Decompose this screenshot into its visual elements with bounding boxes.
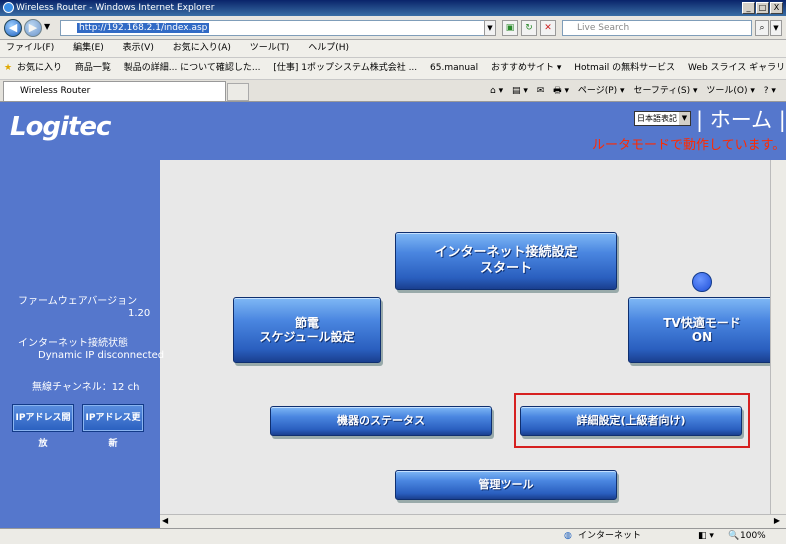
tv-line2: ON <box>691 330 713 344</box>
connection-value: Dynamic IP disconnected <box>38 350 165 361</box>
menu-favorites[interactable]: お気に入り(A) <box>173 43 231 53</box>
ie-icon <box>3 2 14 13</box>
admin-tools-button[interactable]: 管理ツール <box>395 470 617 500</box>
new-tab-button[interactable] <box>227 83 249 101</box>
internet-setup-button[interactable]: インターネット接続設定 スタート <box>395 232 617 290</box>
internet-setup-line1: インターネット接続設定 <box>434 245 578 261</box>
menu-edit[interactable]: 編集(E) <box>73 43 104 53</box>
vertical-scrollbar[interactable] <box>770 160 786 514</box>
url-text: http://192.168.2.1/index.asp <box>77 23 210 33</box>
status-indicator-icon <box>692 272 712 292</box>
safety-menu[interactable]: セーフティ(S) ▾ <box>633 86 697 96</box>
firmware-label: ファームウェアバージョン <box>18 296 138 307</box>
address-input[interactable]: http://192.168.2.1/index.asp <box>60 20 496 36</box>
menu-file[interactable]: ファイル(F) <box>6 43 54 53</box>
status-bar: ◍ インターネット ◧ ▾ 🔍 100% <box>0 528 786 544</box>
tab-title: Wireless Router <box>20 86 91 96</box>
forward-icon[interactable]: ▶ <box>24 19 42 37</box>
tv-comfort-button[interactable]: TV快適モード ON <box>628 297 776 363</box>
title-bar: Wireless Router - Windows Internet Explo… <box>0 0 786 16</box>
language-select[interactable]: 日本語表記 <box>634 111 691 126</box>
page-menu[interactable]: ページ(P) ▾ <box>578 86 625 96</box>
search-input[interactable]: Live Search <box>562 20 752 36</box>
favorites-bar: ★ お気に入り 商品一覧 製品の詳細... について確認した... [仕事] 1… <box>0 58 786 80</box>
fav-item-6[interactable]: Hotmail の無料サービス <box>574 63 675 73</box>
zoom-level[interactable]: 100% <box>740 529 766 544</box>
search-icon[interactable]: ⌕ <box>755 20 769 36</box>
tv-line1: TV快適モード <box>663 315 741 330</box>
fav-item-5[interactable]: おすすめサイト ▾ <box>491 63 561 73</box>
protected-mode-icon[interactable]: ◧ ▾ <box>698 529 714 544</box>
history-dropdown-icon[interactable]: ▼ <box>44 22 50 31</box>
firmware-version: 1.20 <box>128 308 151 319</box>
search-options-icon[interactable]: ▼ <box>770 20 782 36</box>
energy-line1: 節電 <box>294 315 319 330</box>
help-icon[interactable]: ? ▾ <box>764 86 776 96</box>
menu-tools[interactable]: ツール(T) <box>250 43 290 53</box>
fav-item-3[interactable]: [仕事] 1ポップシステム株式会社 ... <box>273 63 417 73</box>
scroll-left-icon[interactable]: ◀ <box>162 516 168 525</box>
menu-help[interactable]: ヘルプ(H) <box>308 43 349 53</box>
tools-menu[interactable]: ツール(O) ▾ <box>706 86 755 96</box>
feeds-icon[interactable]: ▤ ▾ <box>512 86 528 96</box>
close-button[interactable]: X <box>770 2 783 14</box>
zoom-icon[interactable]: 🔍 <box>728 529 739 544</box>
globe-icon: ◍ <box>564 531 572 541</box>
back-icon[interactable]: ◀ <box>4 19 22 37</box>
energy-line2: スケジュール設定 <box>259 330 355 344</box>
ip-renew-button[interactable]: IPアドレス更新 <box>82 404 144 449</box>
channel-info: 無線チャンネル：12 ch <box>32 382 140 393</box>
star-icon: ★ <box>4 63 13 73</box>
menu-bar: ファイル(F) 編集(E) 表示(V) お気に入り(A) ツール(T) ヘルプ(… <box>0 40 786 58</box>
menu-view[interactable]: 表示(V) <box>123 43 154 53</box>
page-title: | ホーム | <box>696 108 786 132</box>
minimize-button[interactable]: _ <box>742 2 755 14</box>
zone-text: インターネット <box>578 531 642 541</box>
admin-tools-label: 管理ツール <box>478 478 534 492</box>
fav-item-4[interactable]: 65.manual <box>430 63 478 73</box>
fav-item-1[interactable]: 商品一覧 <box>75 63 111 73</box>
home-icon[interactable]: ⌂ ▾ <box>490 86 503 96</box>
window-title: Wireless Router - Windows Internet Explo… <box>16 3 215 13</box>
connection-label: インターネット接続状態 <box>18 338 128 349</box>
horizontal-scrollbar[interactable]: ◀ ▶ <box>160 514 786 528</box>
mode-status: ルータモードで動作しています。 <box>592 138 786 153</box>
search-placeholder: Live Search <box>577 23 630 33</box>
fav-item-2[interactable]: 製品の詳細... について確認した... <box>124 63 261 73</box>
ip-release-button[interactable]: IPアドレス開放 <box>12 404 74 449</box>
compat-icon[interactable]: ▣ <box>502 20 518 36</box>
stop-icon[interactable]: ✕ <box>540 20 556 36</box>
logitec-logo: Logitec <box>10 112 111 142</box>
refresh-icon[interactable]: ↻ <box>521 20 537 36</box>
fav-item-7[interactable]: Web スライス ギャラリー ▾ <box>688 63 786 73</box>
tab-wireless-router[interactable]: Wireless Router <box>3 81 226 101</box>
highlight-box <box>514 393 750 448</box>
print-icon[interactable]: 🖶 ▾ <box>553 86 569 96</box>
device-status-label: 機器のステータス <box>337 414 425 428</box>
scroll-right-icon[interactable]: ▶ <box>774 516 780 525</box>
energy-schedule-button[interactable]: 節電 スケジュール設定 <box>233 297 381 363</box>
internet-setup-line2: スタート <box>479 261 532 276</box>
mail-icon[interactable]: ✉ <box>537 86 545 96</box>
fav-favorites[interactable]: お気に入り <box>17 63 62 73</box>
address-dropdown-icon[interactable]: ▼ <box>484 20 496 36</box>
maximize-button[interactable]: □ <box>756 2 769 14</box>
device-status-button[interactable]: 機器のステータス <box>270 406 492 436</box>
command-bar: ⌂ ▾ ▤ ▾ ✉ 🖶 ▾ ページ(P) ▾ セーフティ(S) ▾ ツール(O)… <box>490 82 786 100</box>
